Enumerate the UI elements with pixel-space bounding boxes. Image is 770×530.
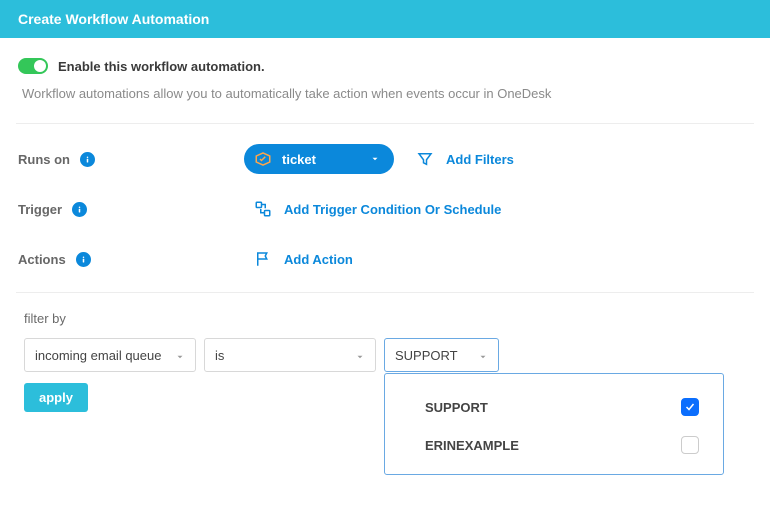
chevron-down-icon (370, 151, 380, 167)
modal-title: Create Workflow Automation (18, 11, 209, 27)
dropdown-option[interactable]: SUPPORT (421, 388, 703, 426)
runs-on-row: Runs on ticket Add Filters (18, 142, 752, 176)
filter-field-value: incoming email queue (35, 348, 161, 363)
option-label: SUPPORT (425, 400, 488, 415)
add-filters-button[interactable]: Add Filters (416, 150, 514, 168)
runs-on-label: Runs on (18, 152, 70, 167)
chevron-down-icon (355, 350, 365, 360)
filter-by-label: filter by (24, 311, 746, 326)
runs-on-label-wrap: Runs on (18, 152, 238, 167)
filter-operator-select[interactable]: is (204, 338, 376, 372)
filter-value-text: SUPPORT (395, 348, 458, 363)
info-icon[interactable] (76, 252, 91, 267)
dropdown-option[interactable]: ERINEXAMPLE (421, 426, 703, 464)
ticket-icon (254, 150, 272, 168)
add-filters-label: Add Filters (446, 152, 514, 167)
chevron-down-icon (175, 350, 185, 360)
trigger-label-wrap: Trigger (18, 202, 238, 217)
ticket-pill-text: ticket (282, 152, 360, 167)
chevron-down-icon (478, 350, 488, 360)
add-trigger-button[interactable]: Add Trigger Condition Or Schedule (254, 200, 501, 218)
divider-2 (16, 292, 754, 293)
apply-button-label: apply (39, 390, 73, 405)
runs-on-right: ticket Add Filters (238, 144, 514, 174)
actions-right: Add Action (238, 250, 353, 268)
add-trigger-label: Add Trigger Condition Or Schedule (284, 202, 501, 217)
trigger-icon (254, 200, 272, 218)
add-action-button[interactable]: Add Action (254, 250, 353, 268)
filter-value-select[interactable]: SUPPORT (384, 338, 499, 372)
enable-description: Workflow automations allow you to automa… (18, 86, 752, 101)
actions-label: Actions (18, 252, 66, 267)
option-label: ERINEXAMPLE (425, 438, 519, 453)
checkbox-checked[interactable] (681, 398, 699, 416)
add-action-label: Add Action (284, 252, 353, 267)
filter-value-wrapper: SUPPORT SUPPORT ERINEXAMPLE (384, 338, 499, 372)
ticket-pill[interactable]: ticket (244, 144, 394, 174)
filter-operator-value: is (215, 348, 224, 363)
trigger-row: Trigger Add Trigger Condition Or Schedul… (18, 192, 752, 226)
actions-row: Actions Add Action (18, 242, 752, 276)
checkbox-unchecked[interactable] (681, 436, 699, 454)
apply-button[interactable]: apply (24, 383, 88, 412)
enable-toggle[interactable] (18, 58, 48, 74)
trigger-right: Add Trigger Condition Or Schedule (238, 200, 501, 218)
filter-row: incoming email queue is SUPPORT SUPPORT (24, 338, 746, 372)
info-icon[interactable] (72, 202, 87, 217)
info-icon[interactable] (80, 152, 95, 167)
actions-label-wrap: Actions (18, 252, 238, 267)
enable-label: Enable this workflow automation. (58, 59, 265, 74)
funnel-icon (416, 150, 434, 168)
divider-1 (16, 123, 754, 124)
trigger-label: Trigger (18, 202, 62, 217)
filter-section: filter by incoming email queue is SUPPOR… (18, 311, 752, 412)
flag-icon (254, 250, 272, 268)
enable-row: Enable this workflow automation. (18, 58, 752, 74)
filter-field-select[interactable]: incoming email queue (24, 338, 196, 372)
filter-value-dropdown: SUPPORT ERINEXAMPLE (384, 373, 724, 475)
modal-body: Enable this workflow automation. Workflo… (0, 38, 770, 422)
modal-header: Create Workflow Automation (0, 0, 770, 38)
